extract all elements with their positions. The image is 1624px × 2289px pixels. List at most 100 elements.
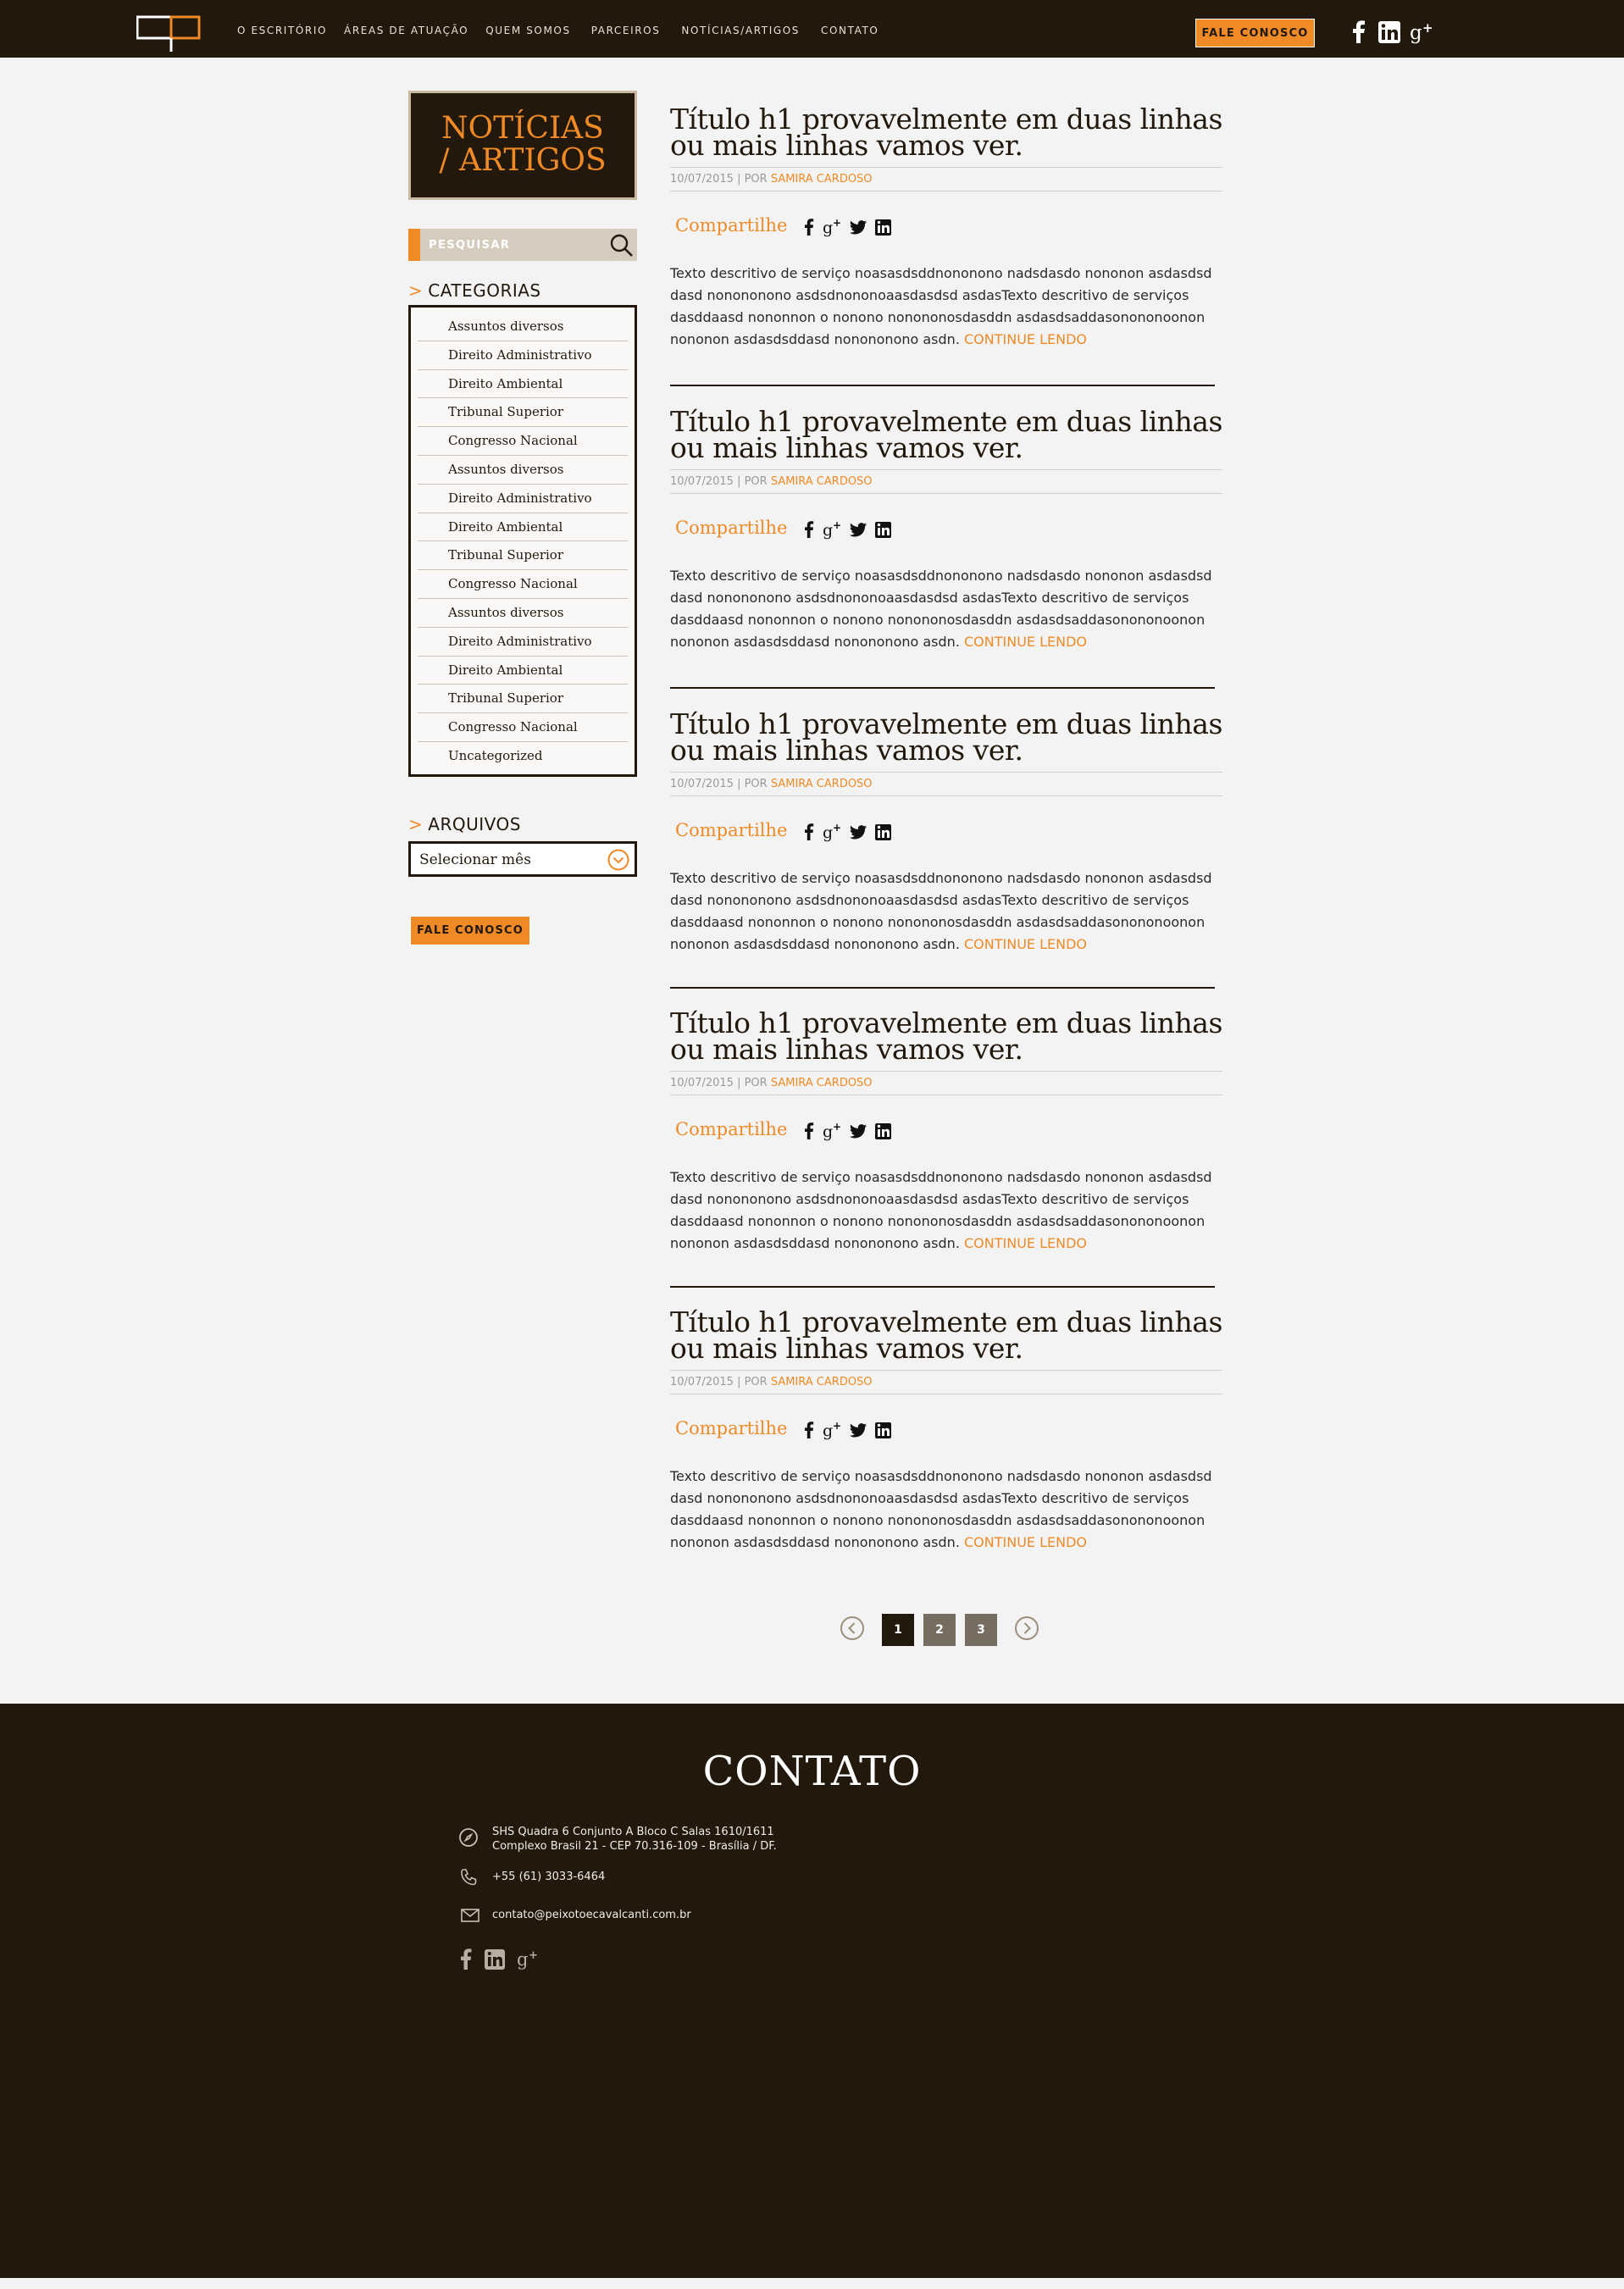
search-input[interactable] xyxy=(429,236,598,254)
category-item[interactable]: Congresso Nacional xyxy=(418,570,628,599)
category-item[interactable]: Uncategorized xyxy=(418,742,628,771)
article-title[interactable]: Título h1 provavelmente em duas linhas o… xyxy=(670,1308,1222,1362)
arrow-right-icon: > xyxy=(408,280,424,301)
article-divider xyxy=(670,987,1215,989)
article-author[interactable]: SAMIRA CARDOSO xyxy=(771,1077,873,1089)
compass-icon xyxy=(459,1828,478,1847)
article-title[interactable]: Título h1 provavelmente em duas linhas o… xyxy=(670,407,1222,462)
page-button[interactable]: 1 xyxy=(882,1614,914,1646)
sidebar-contact-button[interactable]: FALE CONOSCO xyxy=(410,916,530,945)
next-page-button[interactable] xyxy=(1014,1616,1039,1641)
linkedin-icon[interactable] xyxy=(1377,20,1401,44)
article-author[interactable]: SAMIRA CARDOSO xyxy=(771,475,873,488)
svg-text:g: g xyxy=(823,219,833,237)
category-item[interactable]: Tribunal Superior xyxy=(418,398,628,428)
share-label: Compartilhe xyxy=(675,518,788,538)
category-item[interactable]: Congresso Nacional xyxy=(418,713,628,742)
nav-item-quem-somos[interactable]: QUEM SOMOS xyxy=(485,25,570,36)
twitter-icon[interactable] xyxy=(848,1121,868,1141)
linkedin-icon[interactable] xyxy=(873,1121,894,1141)
archives-select-value: Selecionar mês xyxy=(419,851,531,868)
category-item[interactable]: Direito Administrativo xyxy=(418,485,628,513)
category-item[interactable]: Congresso Nacional xyxy=(418,427,628,456)
linkedin-icon[interactable] xyxy=(484,1948,506,1970)
share-label: Compartilhe xyxy=(675,1418,788,1438)
article-author[interactable]: SAMIRA CARDOSO xyxy=(771,778,873,790)
share-row: Compartilhe g + xyxy=(670,191,1222,263)
page-button[interactable]: 2 xyxy=(923,1614,956,1646)
google-plus-icon[interactable]: g + xyxy=(823,217,845,237)
article-excerpt: Texto descritivo de serviço noasasdsddno… xyxy=(670,265,1212,347)
article-author[interactable]: SAMIRA CARDOSO xyxy=(771,173,873,186)
article-excerpt: Texto descritivo de serviço noasasdsddno… xyxy=(670,1169,1212,1251)
article-title[interactable]: Título h1 provavelmente em duas linhas o… xyxy=(670,1009,1222,1063)
article-divider xyxy=(670,1286,1215,1288)
article-author[interactable]: SAMIRA CARDOSO xyxy=(771,1376,873,1388)
page-button[interactable]: 3 xyxy=(965,1614,997,1646)
nav-item-noticias-artigos[interactable]: NOTÍCIAS/ARTIGOS xyxy=(681,25,800,36)
svg-text:g: g xyxy=(823,521,833,540)
twitter-icon[interactable] xyxy=(848,822,868,842)
facebook-icon[interactable] xyxy=(799,519,819,540)
archives-month-select[interactable]: Selecionar mês xyxy=(408,841,637,877)
search-icon[interactable] xyxy=(608,232,635,259)
linkedin-icon[interactable] xyxy=(873,217,894,237)
continue-reading-link[interactable]: CONTINUE LENDO xyxy=(964,331,1087,347)
linkedin-icon[interactable] xyxy=(873,822,894,842)
facebook-icon[interactable] xyxy=(799,217,819,237)
nav-item-escritorio[interactable]: O ESCRITÓRIO xyxy=(237,25,327,36)
continue-reading-link[interactable]: CONTINUE LENDO xyxy=(964,936,1087,952)
svg-text:g: g xyxy=(823,1422,833,1440)
twitter-icon[interactable] xyxy=(848,519,868,540)
svg-text:+: + xyxy=(529,1949,538,1962)
article-card: Título h1 provavelmente em duas linhas o… xyxy=(670,1009,1222,1255)
share-row: Compartilhe g + xyxy=(670,796,1222,867)
nav-item-areas-de-atuacao[interactable]: ÁREAS DE ATUAÇÃO xyxy=(344,25,468,36)
logo-icon[interactable] xyxy=(136,14,201,53)
article-title[interactable]: Título h1 provavelmente em duas linhas o… xyxy=(670,105,1222,159)
continue-reading-link[interactable]: CONTINUE LENDO xyxy=(964,1534,1087,1550)
twitter-icon[interactable] xyxy=(848,1420,868,1440)
facebook-icon[interactable] xyxy=(455,1948,477,1970)
article-excerpt: Texto descritivo de serviço noasasdsddno… xyxy=(670,870,1212,952)
article-title[interactable]: Título h1 provavelmente em duas linhas o… xyxy=(670,710,1222,764)
header-contact-button[interactable]: FALE CONOSCO xyxy=(1195,19,1315,47)
continue-reading-link[interactable]: CONTINUE LENDO xyxy=(964,1235,1087,1251)
footer-email[interactable]: contato@peixotoecavalcanti.com.br xyxy=(492,1908,691,1922)
google-plus-icon[interactable]: g + xyxy=(823,1121,845,1141)
facebook-icon[interactable] xyxy=(799,822,819,842)
category-item[interactable]: Assuntos diversos xyxy=(418,313,628,341)
nav-item-parceiros[interactable]: PARCEIROS xyxy=(591,25,661,36)
article-meta: 10/07/2015 | POR SAMIRA CARDOSO xyxy=(670,1370,1222,1394)
category-item[interactable]: Direito Ambiental xyxy=(418,370,628,399)
twitter-icon[interactable] xyxy=(848,217,868,237)
arrow-right-icon: > xyxy=(408,814,424,834)
category-item[interactable]: Direito Administrativo xyxy=(418,341,628,370)
facebook-icon[interactable] xyxy=(799,1420,819,1440)
google-plus-icon[interactable]: g + xyxy=(823,1420,845,1440)
share-label: Compartilhe xyxy=(675,1119,788,1139)
category-item[interactable]: Direito Administrativo xyxy=(418,628,628,657)
section-title-line1: NOTÍCIAS xyxy=(441,111,604,146)
google-plus-icon[interactable]: g + xyxy=(823,519,845,540)
google-plus-icon[interactable]: g + xyxy=(517,1948,542,1970)
category-item[interactable]: Tribunal Superior xyxy=(418,541,628,571)
category-item[interactable]: Assuntos diversos xyxy=(418,599,628,628)
category-item[interactable]: Direito Ambiental xyxy=(418,657,628,685)
linkedin-icon[interactable] xyxy=(873,519,894,540)
facebook-icon[interactable] xyxy=(799,1121,819,1141)
category-item[interactable]: Tribunal Superior xyxy=(418,684,628,714)
category-item[interactable]: Direito Ambiental xyxy=(418,513,628,542)
previous-page-button[interactable] xyxy=(840,1616,865,1641)
google-plus-icon[interactable]: g + xyxy=(823,822,845,842)
main-nav: O ESCRITÓRIO ÁREAS DE ATUAÇÃO QUEM SOMOS… xyxy=(237,25,879,36)
article-date: 10/07/2015 xyxy=(670,1077,734,1089)
linkedin-icon[interactable] xyxy=(873,1420,894,1440)
search-box xyxy=(408,229,637,261)
facebook-icon[interactable] xyxy=(1347,20,1371,44)
nav-item-contato[interactable]: CONTATO xyxy=(821,25,879,36)
category-item[interactable]: Assuntos diversos xyxy=(418,456,628,485)
google-plus-icon[interactable]: g + xyxy=(1410,20,1437,44)
article-date: 10/07/2015 xyxy=(670,778,734,790)
continue-reading-link[interactable]: CONTINUE LENDO xyxy=(964,634,1087,650)
